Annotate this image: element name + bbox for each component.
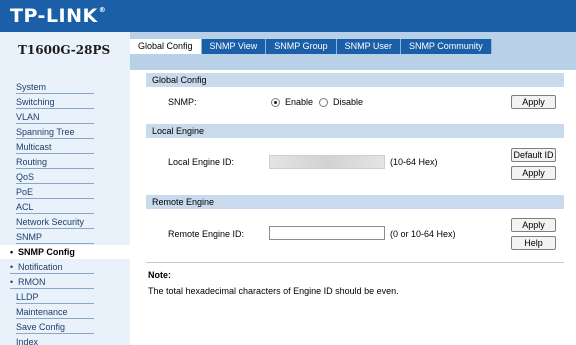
tab-snmp-group[interactable]: SNMP Group	[266, 39, 337, 54]
help-button[interactable]: Help	[511, 236, 556, 250]
remote-engine-id-input[interactable]	[269, 226, 385, 240]
top-header: TP-LINK®	[0, 0, 576, 32]
tab-snmp-view[interactable]: SNMP View	[201, 39, 267, 54]
snmp-label: SNMP:	[168, 97, 197, 107]
sidebar-item-spanning-tree[interactable]: Spanning Tree	[16, 125, 94, 139]
snmp-enable-radio[interactable]	[271, 98, 280, 107]
remote-engine-id-hint: (0 or 10-64 Hex)	[390, 229, 456, 239]
note-divider	[146, 262, 564, 263]
sidebar-item-maintenance[interactable]: Maintenance	[16, 305, 94, 319]
snmp-enable-label: Enable	[285, 97, 314, 107]
local-apply-button[interactable]: Apply	[511, 166, 556, 180]
global-apply-button[interactable]: Apply	[511, 95, 556, 109]
bullet-icon: •	[10, 262, 14, 272]
bullet-icon: •	[10, 247, 14, 257]
default-id-button[interactable]: Default ID	[511, 148, 556, 162]
section-remote-engine: Remote Engine	[146, 195, 564, 209]
sidebar-item-system[interactable]: System	[16, 80, 94, 94]
sidebar-item-qos[interactable]: QoS	[16, 170, 94, 184]
sidebar-item-lldp[interactable]: LLDP	[16, 290, 94, 304]
note-title: Note:	[148, 270, 171, 280]
tp-link-logo: TP-LINK®	[10, 5, 106, 27]
sidebar-sub-label: Notification	[18, 262, 63, 272]
sidebar-item-snmp[interactable]: SNMP	[16, 230, 94, 244]
tab-global-config[interactable]: Global Config	[130, 39, 202, 54]
sidebar-sub-label: SNMP Config	[18, 247, 75, 257]
sidebar-sub-label: RMON	[18, 277, 46, 287]
local-engine-id-input[interactable]	[269, 155, 385, 169]
sidebar-sub-snmp-config[interactable]: • SNMP Config	[0, 245, 130, 259]
sidebar-sub-notification[interactable]: • Notification	[10, 260, 94, 274]
brand-name: TP-LINK	[10, 5, 98, 27]
note-text: The total hexadecimal characters of Engi…	[148, 286, 399, 296]
snmp-disable-label: Disable	[333, 97, 364, 107]
snmp-disable-radio[interactable]	[319, 98, 328, 107]
tab-snmp-community[interactable]: SNMP Community	[400, 39, 492, 54]
tab-bar: Global Config SNMP View SNMP Group SNMP …	[130, 39, 492, 54]
local-engine-id-label: Local Engine ID:	[168, 157, 235, 167]
remote-apply-button[interactable]: Apply	[511, 218, 556, 232]
sidebar-item-routing[interactable]: Routing	[16, 155, 94, 169]
remote-engine-id-label: Remote Engine ID:	[168, 229, 245, 239]
local-engine-id-hint: (10-64 Hex)	[390, 157, 438, 167]
device-model: T1600G-28PS	[18, 43, 111, 57]
sidebar-item-network-security[interactable]: Network Security	[16, 215, 94, 229]
sidebar-item-index[interactable]: Index	[16, 335, 94, 345]
sidebar: System Switching VLAN Spanning Tree Mult…	[0, 70, 130, 345]
sidebar-item-vlan[interactable]: VLAN	[16, 110, 94, 124]
bullet-icon: •	[10, 277, 14, 287]
sidebar-item-multicast[interactable]: Multicast	[16, 140, 94, 154]
registered-mark: ®	[98, 6, 107, 14]
sidebar-sub-rmon[interactable]: • RMON	[10, 275, 94, 289]
sidebar-item-poe[interactable]: PoE	[16, 185, 94, 199]
sidebar-item-switching[interactable]: Switching	[16, 95, 94, 109]
tab-snmp-user[interactable]: SNMP User	[336, 39, 401, 54]
section-local-engine: Local Engine	[146, 124, 564, 138]
section-global-config: Global Config	[146, 73, 564, 87]
sidebar-item-acl[interactable]: ACL	[16, 200, 94, 214]
sidebar-item-save-config[interactable]: Save Config	[16, 320, 94, 334]
